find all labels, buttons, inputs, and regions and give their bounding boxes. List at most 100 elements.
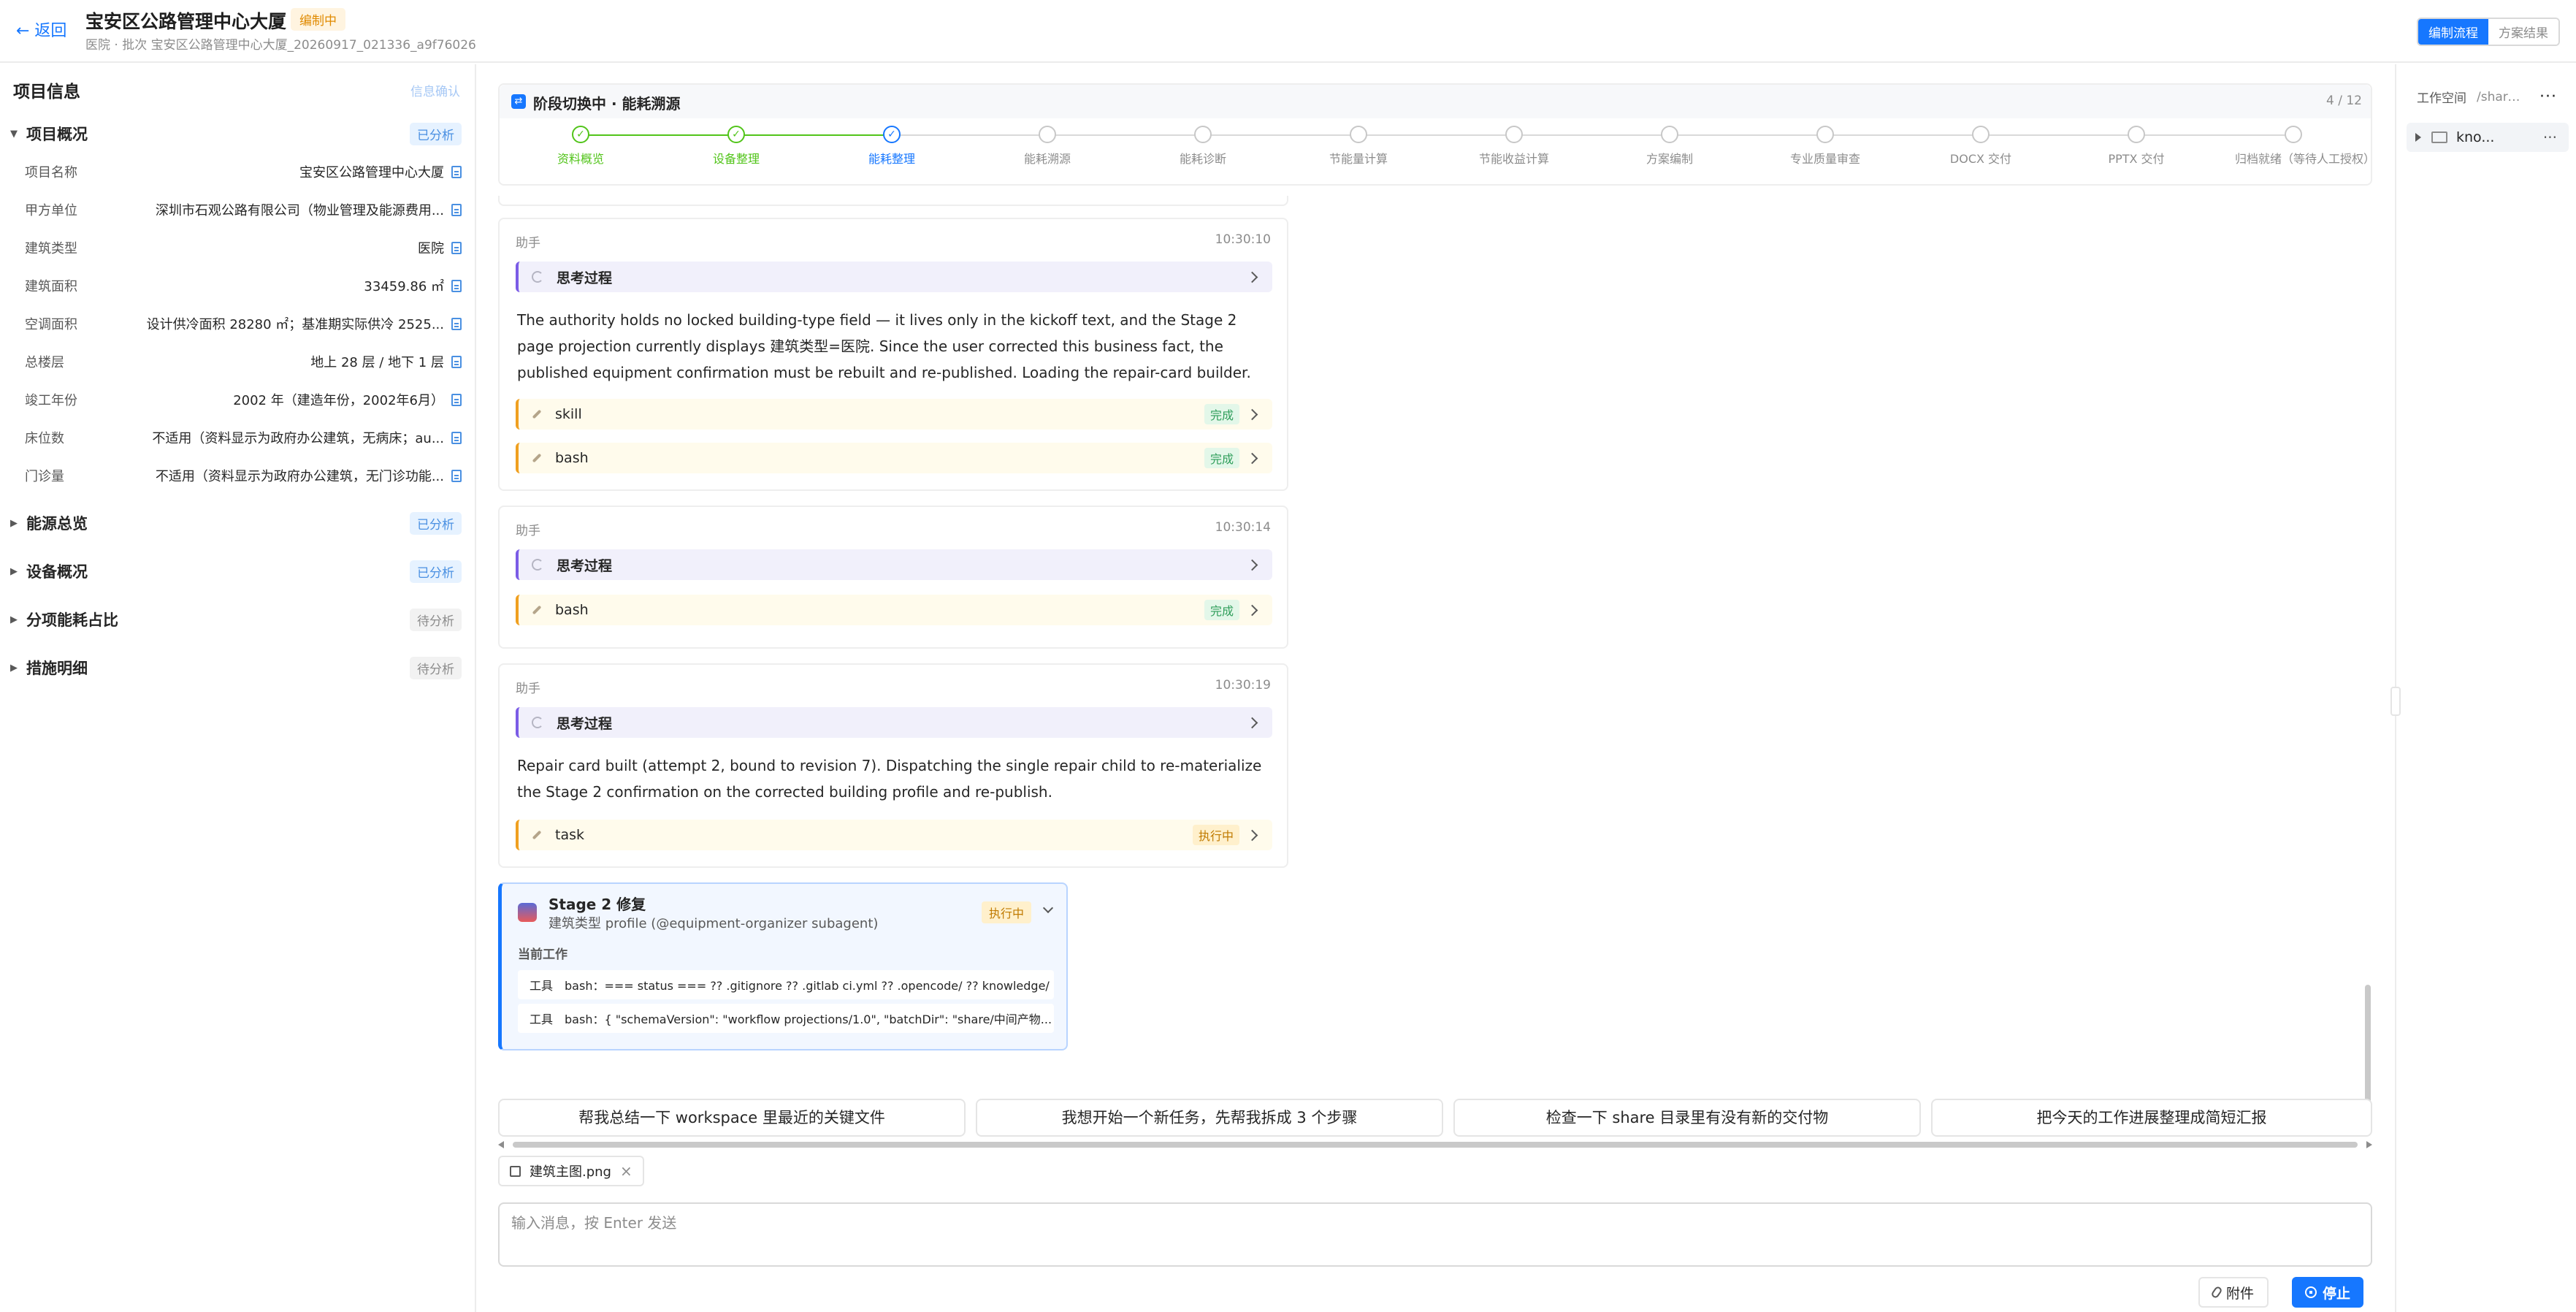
document-icon[interactable]: [451, 317, 462, 330]
step-6[interactable]: 节能量计算: [1300, 126, 1417, 167]
tool-prefix: 工具: [530, 979, 554, 993]
scroll-thumb[interactable]: [513, 1142, 2358, 1148]
suggestion-chip[interactable]: 把今天的工作进展整理成简短汇报: [1931, 1099, 2372, 1137]
scroll-left-icon[interactable]: [498, 1141, 504, 1148]
project-info-header: 项目信息 信息确认: [13, 77, 460, 102]
step-4[interactable]: 能耗溯源: [989, 126, 1106, 167]
section-overview[interactable]: ▼ 项目概况 已分析: [10, 122, 462, 145]
message-text: Repair card built (attempt 2, bound to r…: [517, 757, 1262, 801]
stop-label: 停止: [2323, 1285, 2351, 1302]
section-status: 待分析: [410, 608, 462, 631]
back-button[interactable]: ← 返回: [16, 18, 66, 41]
thinking-label: 思考过程: [557, 270, 613, 286]
expand-arrow-icon[interactable]: [2415, 133, 2421, 142]
panel-title: 项目信息: [13, 83, 80, 102]
confirm-info-link[interactable]: 信息确认: [410, 81, 460, 99]
caret-right-icon: ▶: [10, 517, 18, 529]
tool-prefix: 工具: [530, 1012, 554, 1026]
section-energy-breakdown[interactable]: ▶ 分项能耗占比 待分析: [10, 608, 462, 631]
caret-right-icon: ▶: [10, 614, 18, 625]
message-time: 10:30:10: [1215, 232, 1271, 247]
field-key: 门诊量: [25, 469, 64, 484]
section-measures[interactable]: ▶ 措施明细 待分析: [10, 656, 462, 679]
tab-results[interactable]: 方案结果: [2488, 19, 2558, 45]
thinking-label: 思考过程: [557, 557, 613, 574]
wrench-icon: [532, 453, 542, 463]
field-value: 33459.86 ㎡: [364, 279, 444, 294]
document-icon[interactable]: [451, 203, 462, 216]
stop-button[interactable]: 停止: [2292, 1277, 2364, 1308]
step-12[interactable]: 归档就绪（等待人工授权）: [2235, 126, 2375, 167]
tool-row-skill[interactable]: skill 完成: [516, 399, 1272, 430]
document-icon[interactable]: [451, 469, 462, 482]
tab-workflow[interactable]: 编制流程: [2418, 19, 2488, 45]
step-2[interactable]: ✓ 设备整理: [678, 126, 795, 167]
step-9[interactable]: 专业质量审查: [1767, 126, 1884, 167]
stop-icon: [2305, 1286, 2317, 1298]
panel-resize-handle[interactable]: [2390, 687, 2401, 716]
section-status: 已分析: [410, 511, 462, 535]
thinking-row[interactable]: 思考过程: [516, 262, 1272, 292]
tool-row-task[interactable]: task 执行中: [516, 820, 1272, 850]
more-icon[interactable]: ···: [2539, 88, 2557, 106]
message-list[interactable]: 助手 10:30:10 思考过程 The authority holds no …: [498, 196, 2372, 1124]
tool-name: task: [555, 827, 584, 843]
chevron-right-icon: [1246, 604, 1258, 616]
step-dot: [1350, 126, 1367, 143]
document-icon[interactable]: [451, 241, 462, 254]
field-key: 床位数: [25, 431, 64, 446]
step-1[interactable]: ✓ 资料概览: [522, 126, 639, 167]
field-row: 总楼层 地上 28 层 / 地下 1 层: [25, 351, 462, 373]
step-dot: [2285, 126, 2302, 143]
suggestion-chip[interactable]: 我想开始一个新任务，先帮我拆成 3 个步骤: [976, 1099, 1443, 1137]
stage-progress: ⇄ 阶段切换中 · 能耗溯源 4 / 12 ✓ 资料概览 ✓ 设备整理 ✓ 能耗整理 …: [498, 83, 2375, 186]
status-badge: 编制中: [291, 8, 345, 31]
message-author: 助手: [516, 682, 540, 696]
check-icon: ✓: [572, 126, 589, 143]
field-value: 地上 28 层 / 地下 1 层: [310, 355, 444, 370]
tool-row-bash[interactable]: bash 完成: [516, 595, 1272, 625]
step-3[interactable]: ✓ 能耗整理: [833, 126, 950, 167]
image-icon: [510, 1165, 521, 1177]
scroll-right-icon[interactable]: [2366, 1141, 2372, 1148]
step-label: 节能收益计算: [1478, 152, 1549, 166]
step-dot: [1505, 126, 1523, 143]
section-equipment-overview[interactable]: ▶ 设备概况 已分析: [10, 560, 462, 583]
step-8[interactable]: 方案编制: [1611, 126, 1728, 167]
step-label: 能耗诊断: [1179, 152, 1226, 166]
field-key: 竣工年份: [25, 393, 77, 408]
tool-line-text: bash：{ "schemaVersion": "workflow projec…: [565, 1012, 1052, 1026]
message-input-box[interactable]: [498, 1202, 2372, 1267]
subagent-card[interactable]: Stage 2 修复 建筑类型 profile (@equipment-orga…: [498, 882, 1068, 1050]
document-icon[interactable]: [451, 165, 462, 178]
step-10[interactable]: DOCX 交付: [1922, 126, 2039, 167]
subagent-name: Stage 2 修复: [549, 896, 646, 913]
more-icon[interactable]: ···: [2543, 129, 2557, 146]
field-row: 门诊量 不适用（资料显示为政府办公建筑，无门诊功能...: [25, 465, 462, 487]
section-energy-overview[interactable]: ▶ 能源总览 已分析: [10, 511, 462, 535]
chevron-down-icon[interactable]: [1042, 902, 1054, 914]
message-card-prev: [498, 196, 1288, 206]
document-icon[interactable]: [451, 393, 462, 406]
document-icon[interactable]: [451, 279, 462, 292]
suggestion-chip[interactable]: 检查一下 share 目录里有没有新的交付物: [1453, 1099, 1921, 1137]
suggestion-chip[interactable]: 帮我总结一下 workspace 里最近的关键文件: [498, 1099, 966, 1137]
step-5[interactable]: 能耗诊断: [1144, 126, 1261, 167]
close-icon[interactable]: ×: [620, 1162, 632, 1180]
field-value: 设计供冷面积 28280 ㎡；基准期实际供冷 2525...: [146, 317, 444, 332]
step-dot: [1039, 126, 1056, 143]
attachment-chip: 建筑主图.png ×: [498, 1156, 644, 1186]
step-11[interactable]: PPTX 交付: [2078, 126, 2195, 167]
document-icon[interactable]: [451, 355, 462, 368]
horizontal-scrollbar[interactable]: [498, 1140, 2372, 1148]
tool-row-bash[interactable]: bash 完成: [516, 443, 1272, 473]
message-input[interactable]: [511, 1214, 2264, 1232]
tree-node-folder[interactable]: kno... ···: [2407, 123, 2569, 152]
attach-button[interactable]: 附件: [2198, 1277, 2269, 1308]
step-7[interactable]: 节能收益计算: [1456, 126, 1572, 167]
suggestion-row: 帮我总结一下 workspace 里最近的关键文件 我想开始一个新任务，先帮我拆…: [498, 1099, 2372, 1148]
thinking-row[interactable]: 思考过程: [516, 707, 1272, 738]
document-icon[interactable]: [451, 431, 462, 444]
field-row: 床位数 不适用（资料显示为政府办公建筑，无病床；au...: [25, 427, 462, 449]
thinking-row[interactable]: 思考过程: [516, 549, 1272, 580]
